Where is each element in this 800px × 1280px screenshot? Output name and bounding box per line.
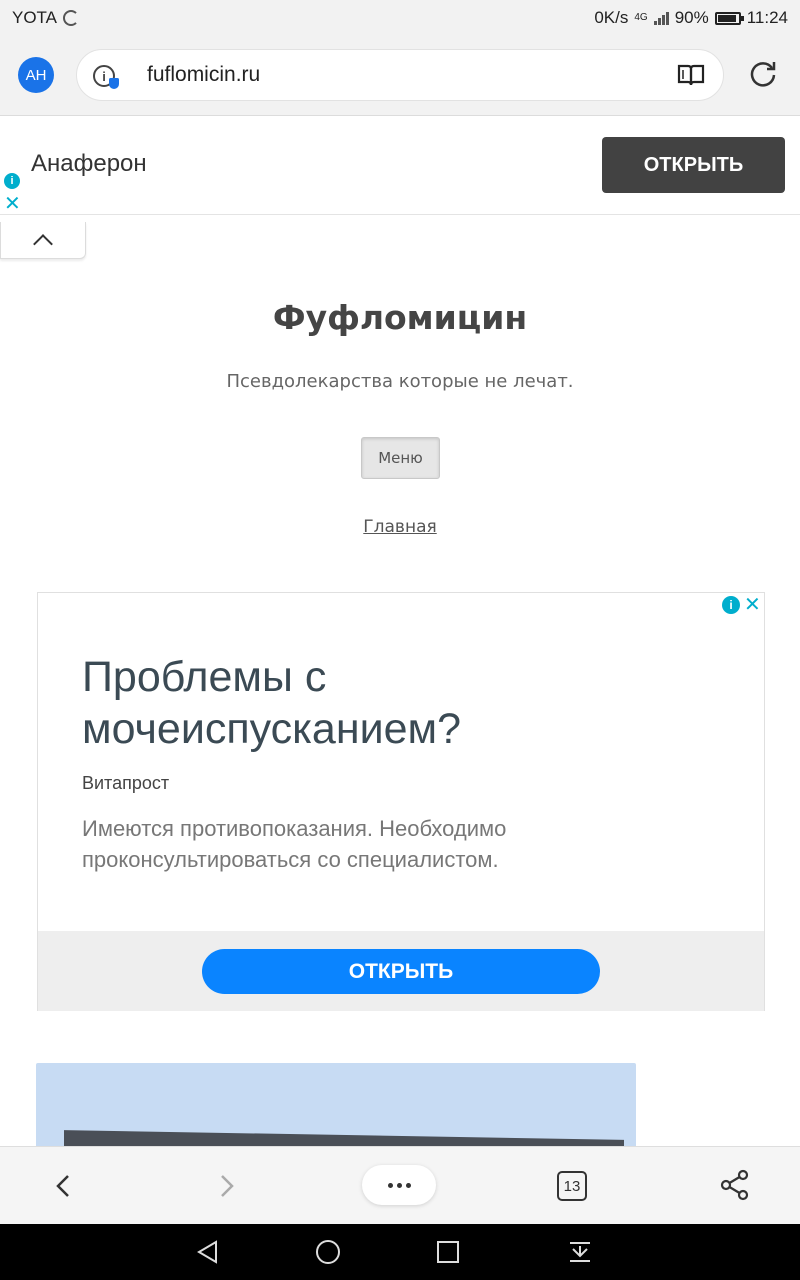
home-link[interactable]: Главная <box>363 517 436 537</box>
chevron-up-icon <box>33 234 53 254</box>
carrier-label: YOTA <box>12 8 58 27</box>
site-info-icon[interactable]: i <box>93 65 119 89</box>
nav-home: Главная <box>0 517 800 537</box>
ad-headline[interactable]: Проблемы с мочеиспусканием? <box>82 651 642 755</box>
ad-close-icon[interactable]: ✕ <box>4 193 21 213</box>
signal-icon <box>653 11 669 25</box>
battery-percent: 90% <box>674 8 709 27</box>
back-icon[interactable] <box>52 1172 74 1200</box>
ad-brand: Витапрост <box>82 773 170 793</box>
ad-close-icon[interactable]: ✕ <box>744 594 761 614</box>
menu-button[interactable]: Меню <box>361 437 440 479</box>
top-ad-open-button[interactable]: ОТКРЫТЬ <box>602 137 785 193</box>
url-text[interactable]: fuflomicin.ru <box>147 63 260 87</box>
nav-back-icon[interactable] <box>194 1238 222 1266</box>
clock: 11:24 <box>746 8 788 27</box>
ad-open-button[interactable]: ОТКРЫТЬ <box>202 949 600 994</box>
adchoices-icon[interactable]: i <box>722 596 740 614</box>
share-icon[interactable] <box>720 1169 750 1201</box>
nav-recents-icon[interactable] <box>434 1238 462 1266</box>
nav-notifications-icon[interactable] <box>566 1238 594 1266</box>
reload-icon[interactable] <box>748 59 778 89</box>
system-nav-bar <box>0 1224 800 1280</box>
site-title[interactable]: Фуфломицин <box>0 298 800 337</box>
tabs-button[interactable]: 13 <box>557 1171 587 1201</box>
loading-icon <box>63 10 80 26</box>
site-description: Псевдолекарства которые не лечат. <box>226 371 574 392</box>
network-speed: 0K/s <box>594 8 629 27</box>
browser-toolbar: AH i fuflomicin.ru <box>0 36 800 116</box>
more-menu-button[interactable] <box>362 1165 436 1205</box>
forward-icon[interactable] <box>216 1172 238 1200</box>
adchoices-icon[interactable]: i <box>4 173 20 189</box>
network-type: 4G <box>634 12 648 23</box>
address-bar[interactable]: i fuflomicin.ru <box>76 49 724 101</box>
collapse-ad-button[interactable] <box>0 222 86 259</box>
status-bar: YOTA 0K/s 4G 90% 11:24 <box>0 0 800 36</box>
battery-icon <box>714 11 744 25</box>
profile-avatar[interactable]: AH <box>18 57 54 93</box>
main-ad[interactable]: i ✕ Проблемы с мочеиспусканием? Витапрос… <box>37 592 765 1011</box>
ad-footer: ОТКРЫТЬ <box>38 931 764 1011</box>
ad-disclaimer: Имеются противопоказания. Необходимо про… <box>82 816 507 872</box>
top-ad-title[interactable]: Анаферон <box>31 150 147 178</box>
reader-mode-icon[interactable] <box>677 63 705 87</box>
nav-home-icon[interactable] <box>314 1238 342 1266</box>
top-ad-banner[interactable]: Анаферон ОТКРЫТЬ i ✕ <box>0 117 800 215</box>
article-image[interactable] <box>36 1063 636 1153</box>
browser-bottom-bar: 13 <box>0 1146 800 1224</box>
